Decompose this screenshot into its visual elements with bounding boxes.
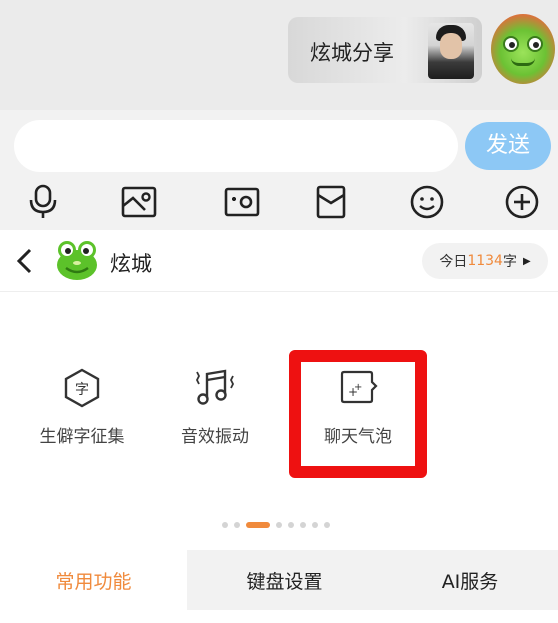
daily-word-count-badge[interactable]: 今日 1134 字 ▶ xyxy=(422,243,548,279)
svg-text:字: 字 xyxy=(75,382,89,398)
function-label: 生僻字征集 xyxy=(39,427,125,447)
page-dot xyxy=(324,522,330,528)
function-rare-characters[interactable]: 字 生僻字征集 xyxy=(22,366,142,447)
page-dot xyxy=(288,522,294,528)
page-dot xyxy=(222,522,228,528)
emoji-icon[interactable] xyxy=(405,180,449,224)
image-icon[interactable] xyxy=(117,180,161,224)
tab-common-functions[interactable]: 常用功能 xyxy=(0,550,187,610)
avatar[interactable] xyxy=(491,14,555,84)
function-sound-vibration[interactable]: 音效振动 xyxy=(155,366,275,447)
highlight-box xyxy=(289,350,427,478)
page-indicator xyxy=(222,521,330,529)
chat-area: 炫城分享 xyxy=(0,0,558,110)
camera-icon[interactable] xyxy=(220,180,264,224)
function-label: 音效振动 xyxy=(181,427,249,447)
tab-ai-services[interactable]: AI服务 xyxy=(382,550,558,610)
page-dot xyxy=(300,522,306,528)
page-dot xyxy=(276,522,282,528)
username-label: 炫城 xyxy=(110,252,152,276)
bottom-strip xyxy=(0,610,558,623)
function-tabs: 常用功能 键盘设置 AI服务 xyxy=(0,550,558,610)
chevron-left-icon xyxy=(16,248,32,274)
plus-icon[interactable] xyxy=(500,180,544,224)
back-button[interactable] xyxy=(12,246,40,276)
chat-message-bubble[interactable]: 炫城分享 xyxy=(288,17,482,83)
rare-character-icon: 字 xyxy=(60,366,104,410)
word-count-value: 1134 xyxy=(467,253,503,269)
caret-right-icon: ▶ xyxy=(522,255,531,267)
send-button[interactable]: 发送 xyxy=(465,122,551,170)
music-note-icon xyxy=(193,366,237,410)
screen: 炫城分享 发送 炫城 今日 1134 字 ▶ 字 生僻字征集 音效振动 + + … xyxy=(0,0,558,623)
page-dot-active xyxy=(246,522,270,528)
shared-photo-thumbnail[interactable] xyxy=(428,23,474,79)
keyboard-header: 炫城 今日 1134 字 ▶ xyxy=(0,230,558,292)
message-input[interactable] xyxy=(14,120,458,172)
microphone-icon[interactable] xyxy=(21,180,65,224)
word-count-prefix: 今日 xyxy=(439,254,468,270)
red-packet-icon[interactable] xyxy=(309,180,353,224)
word-count-suffix: 字 xyxy=(502,254,517,270)
message-input-bar: 发送 xyxy=(0,110,558,230)
page-dot xyxy=(312,522,318,528)
chat-message-text: 炫城分享 xyxy=(310,41,394,65)
frog-avatar-icon[interactable] xyxy=(54,237,100,283)
tab-keyboard-settings[interactable]: 键盘设置 xyxy=(187,550,382,610)
page-dot xyxy=(234,522,240,528)
